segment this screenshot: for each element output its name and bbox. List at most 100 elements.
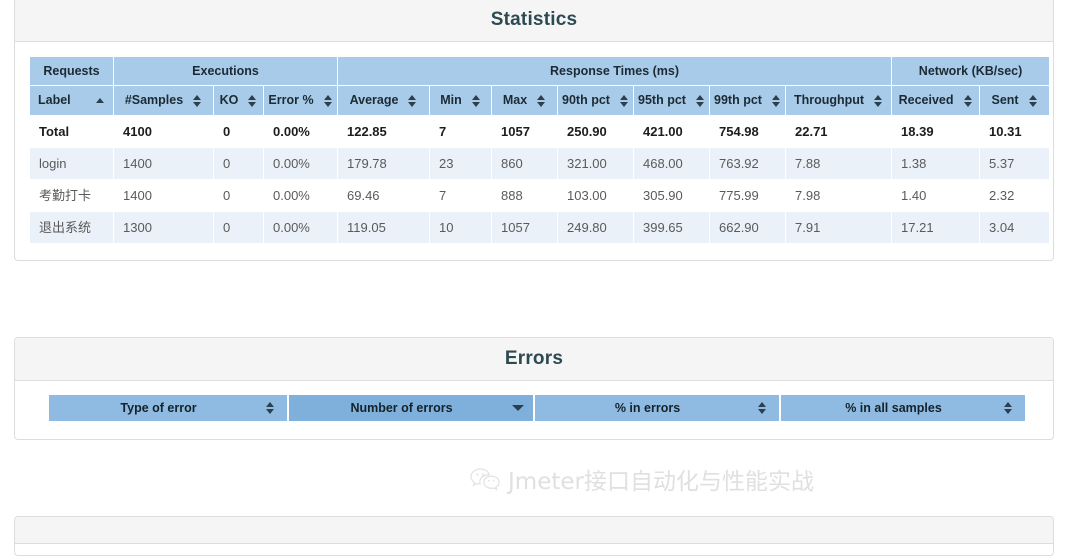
- errors-column-header-row: Type of error Number of errors % in errors…: [49, 395, 1025, 421]
- cell-pct99: 775.99: [709, 179, 786, 212]
- column-header-sent[interactable]: Sent: [979, 85, 1051, 116]
- sort-both-icon[interactable]: [323, 94, 333, 108]
- column-header-label: Throughput: [793, 93, 865, 107]
- cell-samples: 1400: [113, 179, 214, 212]
- cell-sent: 5.37: [979, 147, 1051, 180]
- column-header-99th-pct[interactable]: 99th pct: [709, 85, 786, 116]
- column-header-label: 99th pct: [714, 93, 762, 107]
- column-header-label: Average: [349, 93, 399, 107]
- sort-both-icon[interactable]: [1004, 401, 1013, 415]
- errors-column-header-number-of-errors[interactable]: Number of errors: [289, 395, 533, 421]
- column-header-label: 95th pct: [638, 93, 686, 107]
- column-header-label: Sent: [991, 93, 1019, 107]
- sort-both-icon[interactable]: [193, 94, 202, 108]
- cell-received: 1.40: [891, 179, 981, 212]
- cell-pct95: 399.65: [633, 211, 710, 244]
- column-header-90th-pct[interactable]: 90th pct: [557, 85, 634, 116]
- sort-both-icon[interactable]: [619, 94, 629, 108]
- cell-average: 119.05: [337, 211, 430, 244]
- sort-both-icon[interactable]: [695, 94, 705, 108]
- sort-both-icon[interactable]: [771, 94, 781, 108]
- statistics-column-header-row: Label #Samples KO Error % Average Min Max 90th …: [29, 85, 1051, 116]
- next-panel: [14, 516, 1054, 556]
- next-panel-heading: [15, 517, 1053, 544]
- sort-both-icon[interactable]: [963, 94, 973, 108]
- cell-pct90: 250.90: [557, 115, 634, 148]
- sort-ascending-icon[interactable]: [96, 94, 105, 108]
- errors-panel: Errors Type of error Number of errors % in…: [14, 337, 1054, 440]
- errors-column-header-label: % in all samples: [845, 401, 942, 415]
- cell-ko: 0: [213, 147, 264, 180]
- cell-pct95: 305.90: [633, 179, 710, 212]
- cell-average: 122.85: [337, 115, 430, 148]
- sort-both-icon[interactable]: [758, 401, 767, 415]
- cell-label: 考勤打卡: [29, 179, 114, 212]
- sort-both-icon[interactable]: [471, 94, 481, 108]
- errors-column-header-type-of-error[interactable]: Type of error: [49, 395, 287, 421]
- cell-label: 退出系统: [29, 211, 114, 244]
- statistics-group-header-row: Requests Executions Response Times (ms) Net…: [29, 56, 1051, 86]
- cell-pct99: 763.92: [709, 147, 786, 180]
- cell-max: 888: [491, 179, 558, 212]
- statistics-group-header: Response Times (ms): [336, 56, 893, 86]
- cell-ko: 0: [213, 115, 264, 148]
- cell-error-pct: 0.00%: [263, 115, 338, 148]
- sort-both-icon[interactable]: [1028, 94, 1038, 108]
- errors-column-header-label: % in errors: [614, 401, 681, 415]
- watermark: Jmeter接口自动化与性能实战: [470, 462, 814, 496]
- cell-samples: 4100: [113, 115, 214, 148]
- column-header-label: Received: [898, 93, 954, 107]
- column-header-throughput[interactable]: Throughput: [784, 85, 893, 116]
- column-header-label: #Samples: [124, 93, 184, 107]
- cell-error-pct: 0.00%: [263, 179, 338, 212]
- errors-column-header-in-errors[interactable]: % in errors: [535, 395, 779, 421]
- cell-pct90: 321.00: [557, 147, 634, 180]
- cell-error-pct: 0.00%: [263, 211, 338, 244]
- sort-both-icon[interactable]: [248, 94, 257, 108]
- column-header-label: Label: [38, 93, 71, 107]
- errors-panel-body: Type of error Number of errors % in errors…: [15, 381, 1053, 439]
- column-header-max[interactable]: Max: [491, 85, 558, 116]
- table-row: 考勤打卡 1400 0 0.00% 69.46 7 888 103.00 305.90 775.9…: [29, 179, 1051, 212]
- column-header-average[interactable]: Average: [337, 85, 430, 116]
- cell-received: 18.39: [891, 115, 981, 148]
- column-header-label: KO: [219, 93, 239, 107]
- column-header-error[interactable]: Error %: [263, 85, 338, 116]
- sort-descending-icon[interactable]: [512, 401, 524, 415]
- cell-throughput: 22.71: [784, 115, 893, 148]
- cell-sent: 10.31: [979, 115, 1051, 148]
- column-header-label[interactable]: Label: [29, 85, 114, 116]
- cell-pct90: 249.80: [557, 211, 634, 244]
- statistics-panel-heading: Statistics: [15, 0, 1053, 42]
- sort-both-icon[interactable]: [266, 401, 275, 415]
- column-header-label: Error %: [268, 93, 314, 107]
- cell-samples: 1300: [113, 211, 214, 244]
- cell-max: 1057: [491, 115, 558, 148]
- sort-both-icon[interactable]: [874, 94, 883, 108]
- errors-table-head: Type of error Number of errors % in errors…: [49, 395, 1025, 421]
- errors-panel-heading: Errors: [15, 338, 1053, 381]
- statistics-panel: Statistics Requests Executions Response Ti…: [14, 0, 1054, 261]
- wechat-icon: [470, 467, 500, 491]
- column-header-ko[interactable]: KO: [213, 85, 264, 116]
- cell-throughput: 7.98: [784, 179, 893, 212]
- column-header-min[interactable]: Min: [429, 85, 492, 116]
- errors-title: Errors: [504, 348, 564, 369]
- errors-column-header-label: Number of errors: [350, 401, 453, 415]
- cell-pct99: 662.90: [709, 211, 786, 244]
- page-title: Statistics: [490, 9, 578, 30]
- cell-max: 1057: [491, 211, 558, 244]
- table-row: 退出系统 1300 0 0.00% 119.05 10 1057 249.80 399.65 66…: [29, 211, 1051, 244]
- sort-both-icon[interactable]: [408, 94, 417, 108]
- cell-error-pct: 0.00%: [263, 147, 338, 180]
- sort-both-icon[interactable]: [537, 94, 546, 108]
- column-header-samples[interactable]: #Samples: [113, 85, 214, 116]
- statistics-table-body: Total 4100 0 0.00% 122.85 7 1057 250.90 421.00 75…: [29, 115, 1051, 244]
- column-header-95th-pct[interactable]: 95th pct: [633, 85, 710, 116]
- column-header-received[interactable]: Received: [891, 85, 981, 116]
- cell-sent: 2.32: [979, 179, 1051, 212]
- errors-column-header-in-all-samples[interactable]: % in all samples: [781, 395, 1025, 421]
- statistics-panel-body: Requests Executions Response Times (ms) Net…: [15, 42, 1053, 260]
- statistics-table: Requests Executions Response Times (ms) Net…: [29, 56, 1051, 244]
- cell-throughput: 7.88: [784, 147, 893, 180]
